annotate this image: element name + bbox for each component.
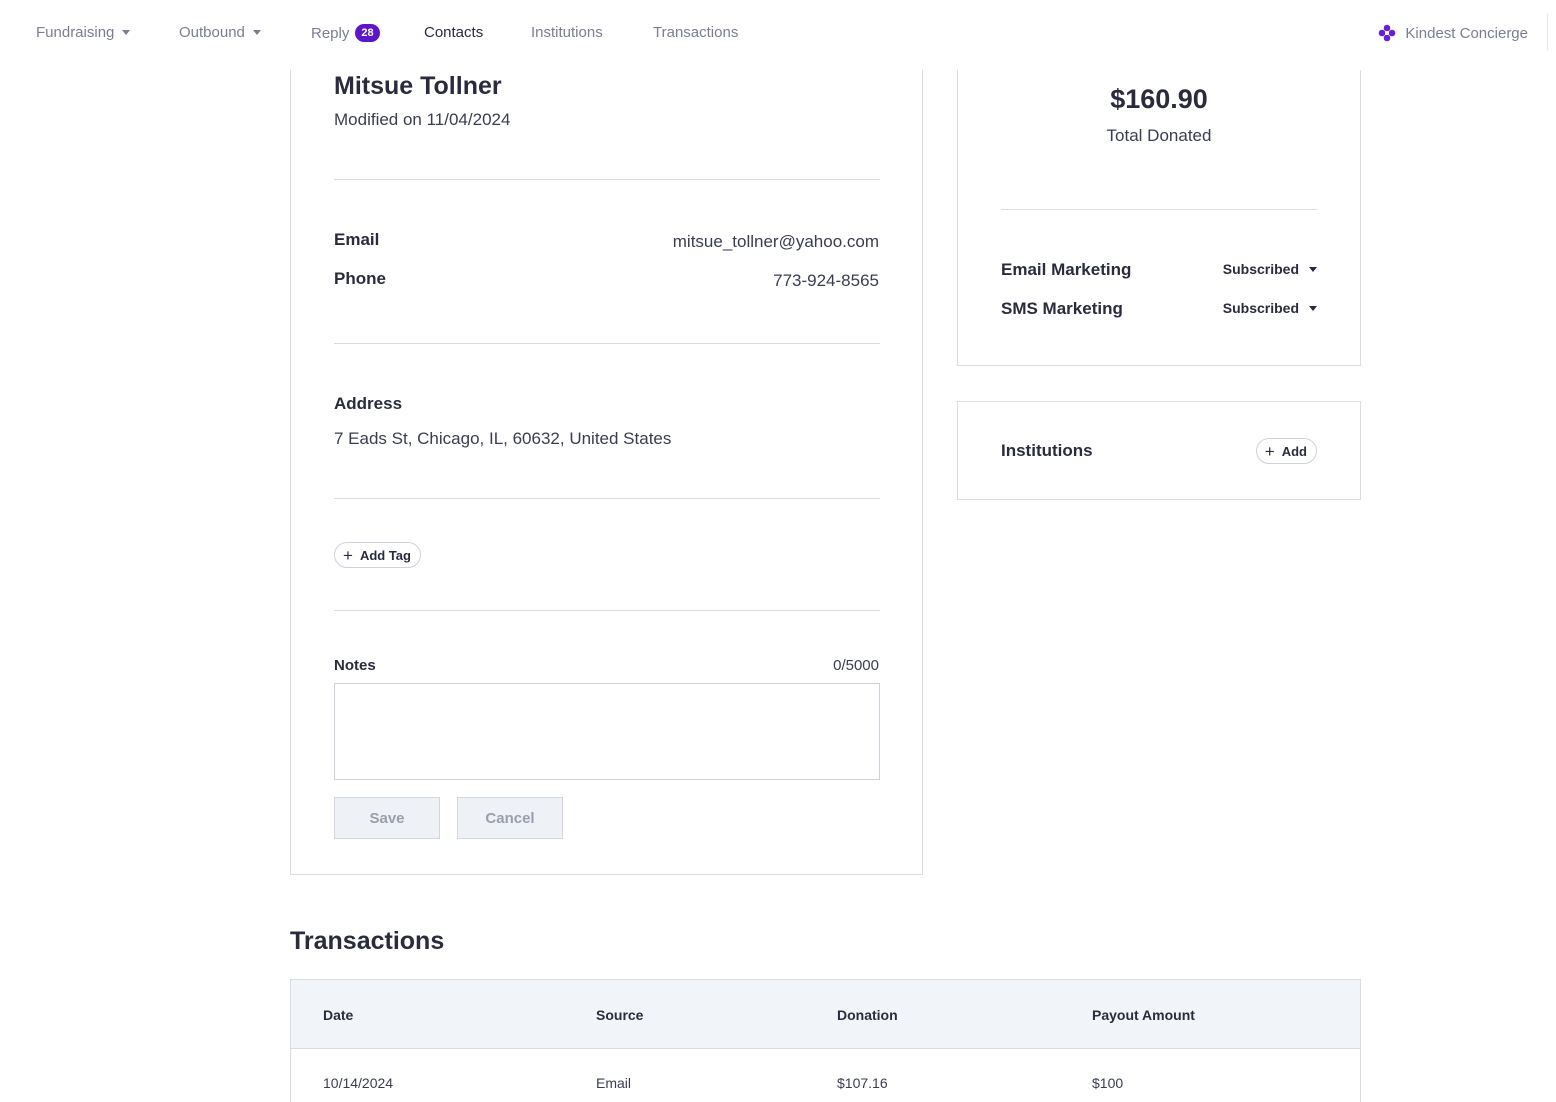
divider — [334, 498, 880, 499]
notes-label: Notes — [334, 657, 376, 674]
plus-icon: + — [1264, 441, 1275, 461]
institutions-card: Institutions + Add — [957, 401, 1361, 500]
institutions-label: Institutions — [1001, 441, 1093, 460]
nav-fundraising-label: Fundraising — [36, 24, 115, 41]
cell-date: 10/14/2024 — [323, 1075, 394, 1091]
top-navigation: Fundraising Outbound Reply 28 Contacts I… — [0, 0, 1556, 68]
phone-label: Phone — [334, 269, 386, 288]
add-institution-button[interactable]: + Add — [1255, 438, 1317, 464]
notes-textarea[interactable] — [334, 683, 880, 780]
cancel-button[interactable]: Cancel — [457, 797, 563, 839]
modified-date: Modified on 11/04/2024 — [334, 110, 511, 129]
nav-transactions-label: Transactions — [653, 24, 739, 41]
address-label: Address — [334, 394, 403, 413]
chevron-down-icon — [1309, 266, 1317, 272]
total-donated-amount: $160.90 — [1110, 84, 1208, 114]
nav-institutions-label: Institutions — [531, 24, 603, 41]
cell-payout-amount: $100 — [1092, 1075, 1124, 1091]
column-header-payout-amount[interactable]: Payout Amount — [1092, 1007, 1195, 1023]
transactions-table: Date Source Donation Payout Amount 10/14… — [290, 979, 1361, 1102]
add-tag-label: Add Tag — [359, 547, 411, 563]
address-value: 7 Eads St, Chicago, IL, 60632, United St… — [334, 429, 672, 448]
chevron-down-icon — [1309, 305, 1317, 311]
nav-reply-label: Reply — [311, 24, 350, 42]
nav-outbound-label: Outbound — [179, 24, 245, 41]
nav-contacts-label: Contacts — [424, 24, 484, 41]
chevron-down-icon — [122, 30, 131, 35]
email-marketing-label: Email Marketing — [1001, 260, 1132, 279]
email-label: Email — [334, 230, 380, 249]
column-header-donation[interactable]: Donation — [837, 1007, 898, 1023]
kindest-logo-icon — [1378, 24, 1396, 42]
divider — [1001, 209, 1317, 210]
nav-contacts[interactable]: Contacts — [424, 24, 483, 41]
nav-fundraising[interactable]: Fundraising — [36, 24, 131, 41]
divider — [334, 610, 880, 611]
transactions-section-title: Transactions — [290, 927, 445, 955]
email-value: mitsue_tollner@yahoo.com — [672, 232, 879, 251]
cell-source: Email — [596, 1075, 632, 1091]
email-marketing-value: Subscribed — [1222, 261, 1299, 277]
contact-name: Mitsue Tollner — [334, 72, 502, 100]
add-tag-button[interactable]: + Add Tag — [334, 542, 421, 568]
nav-transactions[interactable]: Transactions — [653, 24, 738, 41]
notes-char-count: 0/5000 — [833, 657, 879, 674]
table-header: Date Source Donation Payout Amount — [291, 980, 1360, 1049]
column-header-source[interactable]: Source — [596, 1007, 643, 1023]
email-marketing-select[interactable]: Subscribed — [1223, 261, 1317, 277]
sms-marketing-label: SMS Marketing — [1001, 299, 1123, 318]
sms-marketing-value: Subscribed — [1222, 300, 1299, 316]
plus-icon: + — [343, 545, 353, 565]
reply-count-badge: 28 — [355, 24, 380, 42]
chevron-down-icon — [252, 30, 261, 35]
total-donated-label: Total Donated — [1106, 126, 1212, 145]
contact-details-card: Mitsue Tollner Modified on 11/04/2024 Em… — [290, 70, 923, 875]
nav-reply[interactable]: Reply 28 — [311, 24, 380, 42]
phone-value: 773-924-8565 — [773, 271, 879, 290]
brand-label: Kindest Concierge — [1405, 24, 1528, 42]
add-institution-label: Add — [1281, 443, 1307, 459]
nav-outbound[interactable]: Outbound — [179, 24, 261, 41]
cell-donation: $107.16 — [837, 1075, 888, 1091]
nav-institutions[interactable]: Institutions — [531, 24, 603, 41]
sms-marketing-select[interactable]: Subscribed — [1223, 300, 1317, 316]
divider — [334, 179, 880, 180]
brand-menu[interactable]: Kindest Concierge — [1378, 24, 1528, 42]
save-button[interactable]: Save — [334, 797, 440, 839]
nav-divider — [1547, 14, 1548, 50]
column-header-date[interactable]: Date — [323, 1007, 353, 1023]
donation-summary-card: $160.90 Total Donated Email Marketing Su… — [957, 70, 1361, 366]
divider — [334, 343, 880, 344]
